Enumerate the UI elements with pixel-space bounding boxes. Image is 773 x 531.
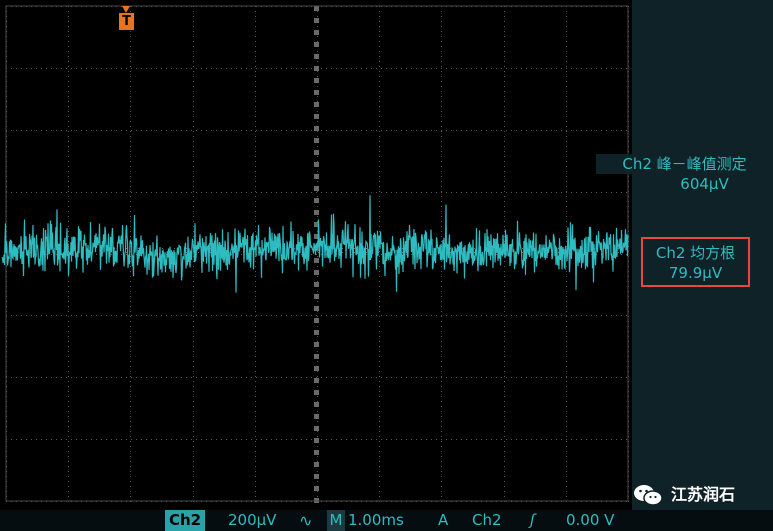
ch2-waveform-trace bbox=[1, 195, 629, 293]
peak-to-peak-title: Ch2 峰－峰值测定 bbox=[596, 154, 773, 174]
vertical-scale[interactable]: 200µV bbox=[228, 510, 276, 531]
peak-to-peak-measurement[interactable]: Ch2 峰－峰值测定 604µV bbox=[596, 154, 773, 194]
trigger-arrow-icon bbox=[122, 6, 130, 13]
trigger-channel[interactable]: Ch2 bbox=[472, 510, 502, 531]
trigger-marker-label: T bbox=[119, 13, 134, 30]
bandwidth-coupling-icon: ∿ bbox=[299, 511, 313, 530]
trigger-mode: A bbox=[438, 511, 449, 529]
channel-indicator[interactable]: Ch2 bbox=[165, 510, 205, 531]
rms-measurement[interactable]: Ch2 均方根 79.9µV bbox=[641, 237, 750, 287]
wechat-icon bbox=[634, 485, 663, 506]
trigger-position-marker[interactable]: T bbox=[119, 6, 134, 30]
trigger-level[interactable]: 0.00 V bbox=[566, 510, 614, 531]
rms-title: Ch2 均方根 bbox=[655, 244, 736, 262]
trigger-slope-icon: ʃ bbox=[530, 511, 536, 529]
rms-value: 79.9µV bbox=[668, 264, 723, 282]
status-bar: Ch2 200µV ∿ M 1.00ms A Ch2 ʃ 0.00 V bbox=[0, 510, 773, 531]
ch2-noise-trace bbox=[1, 195, 629, 293]
timebase-mode: M bbox=[327, 510, 345, 531]
watermark: 江苏润石 bbox=[633, 480, 773, 510]
timebase-value[interactable]: 1.00ms bbox=[348, 510, 404, 531]
waveform-screen: T bbox=[0, 0, 632, 510]
watermark-text: 江苏润石 bbox=[671, 485, 736, 504]
peak-to-peak-value: 604µV bbox=[680, 175, 729, 193]
oscilloscope-display: T Ch2 峰－峰值测定 604µV Ch2 均方根 79.9µV 江苏润石 C… bbox=[0, 0, 773, 531]
